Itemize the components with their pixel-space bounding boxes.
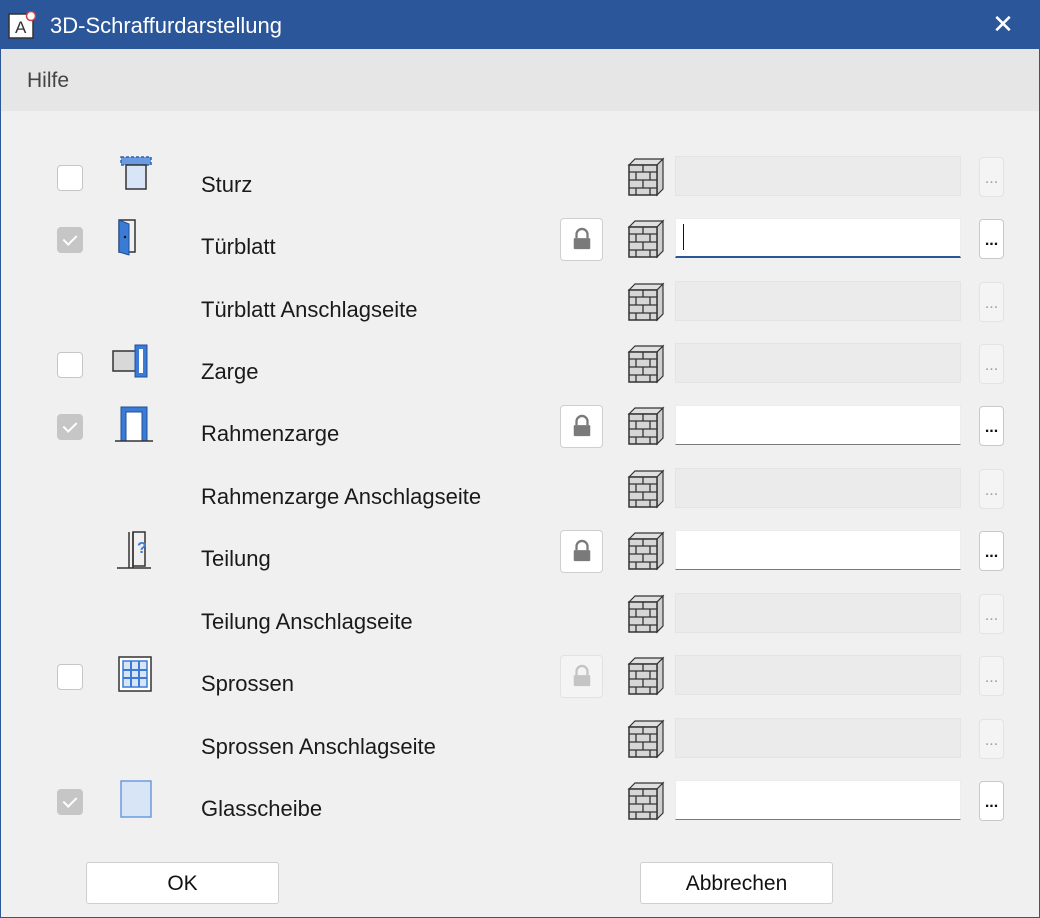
hatch-input[interactable] <box>675 530 961 570</box>
row-label: Türblatt Anschlagseite <box>201 297 418 322</box>
row-label: Rahmenzarge <box>201 421 340 446</box>
row-label: Sprossen <box>201 671 294 696</box>
svg-text:A: A <box>15 18 27 37</box>
browse-button: ... <box>979 594 1004 634</box>
lock-button[interactable] <box>560 405 603 448</box>
hatch-row: Glasscheibe ... <box>1 780 1039 840</box>
row-label: Teilung Anschlagseite <box>201 609 413 634</box>
hatch-input <box>675 655 961 695</box>
hatch-pattern-icon <box>625 781 665 821</box>
row-label: Sprossen Anschlagseite <box>201 734 436 759</box>
lock-button[interactable] <box>560 530 603 573</box>
browse-button[interactable]: ... <box>979 531 1004 571</box>
browse-button: ... <box>979 282 1004 322</box>
browse-button: ... <box>979 157 1004 197</box>
hatch-pattern-icon <box>625 406 665 446</box>
row-label: Rahmenzarge Anschlagseite <box>201 484 482 509</box>
menu-help[interactable]: Hilfe <box>27 69 69 93</box>
row-checkbox <box>57 227 83 253</box>
muntins-icon <box>111 655 157 701</box>
lock-button <box>560 655 603 698</box>
row-checkbox[interactable] <box>57 165 83 191</box>
hatch-input <box>675 718 961 758</box>
browse-button: ... <box>979 656 1004 696</box>
lintel-icon <box>111 156 157 202</box>
hatch-pattern-icon <box>625 469 665 509</box>
browse-button: ... <box>979 719 1004 759</box>
hatch-pattern-icon <box>625 531 665 571</box>
hatch-row: Sprossen ... <box>1 655 1039 715</box>
row-label: Glasscheibe <box>201 796 323 821</box>
row-checkbox[interactable] <box>57 664 83 690</box>
hatch-row: Sprossen Anschlagseite ... <box>1 718 1039 778</box>
hatch-row: Türblatt Anschlagseite ... <box>1 281 1039 341</box>
browse-button: ... <box>979 344 1004 384</box>
hatch-row: Sturz ... <box>1 156 1039 216</box>
window-title: 3D-Schraffurdarstellung <box>50 13 282 38</box>
text-caret <box>683 224 684 250</box>
hatch-pattern-icon <box>625 719 665 759</box>
hatch-row: Zarge ... <box>1 343 1039 403</box>
dialog-window: A 3D-Schraffurdarstellung ✕ Hilfe Sturz … <box>0 0 1040 918</box>
browse-button[interactable]: ... <box>979 219 1004 259</box>
hatch-pattern-icon <box>625 282 665 322</box>
door-leaf-icon <box>111 218 157 264</box>
hatch-input <box>675 156 961 196</box>
hatch-pattern-icon <box>625 157 665 197</box>
row-label: Zarge <box>201 359 259 384</box>
browse-button: ... <box>979 469 1004 509</box>
frame-case-icon <box>111 405 157 451</box>
hatch-row: Teilung Anschlagseite ... <box>1 593 1039 653</box>
hatch-input <box>675 593 961 633</box>
hatch-pattern-icon <box>625 344 665 384</box>
app-icon: A <box>8 11 36 39</box>
row-checkbox <box>57 414 83 440</box>
menu-bar: Hilfe <box>1 49 1039 111</box>
svg-text:?: ? <box>137 540 147 557</box>
hatch-row: Türblatt ... <box>1 218 1039 278</box>
hatch-pattern-icon <box>625 594 665 634</box>
hatch-input <box>675 281 961 321</box>
hatch-input[interactable] <box>675 218 961 258</box>
ok-button[interactable]: OK <box>86 862 279 904</box>
hatch-input <box>675 343 961 383</box>
hatch-input <box>675 468 961 508</box>
hatch-row: ? Teilung ... <box>1 530 1039 590</box>
row-label: Türblatt <box>201 234 276 259</box>
title-bar: A 3D-Schraffurdarstellung ✕ <box>1 1 1039 49</box>
row-checkbox[interactable] <box>57 352 83 378</box>
hatch-pattern-icon <box>625 656 665 696</box>
browse-button[interactable]: ... <box>979 781 1004 821</box>
row-label: Sturz <box>201 172 253 197</box>
frame-icon <box>111 343 157 389</box>
glass-pane-icon <box>111 780 157 826</box>
browse-button[interactable]: ... <box>979 406 1004 446</box>
division-icon: ? <box>111 530 157 576</box>
hatch-pattern-icon <box>625 219 665 259</box>
hatch-row: Rahmenzarge ... <box>1 405 1039 465</box>
lock-button[interactable] <box>560 218 603 261</box>
hatch-row: Rahmenzarge Anschlagseite ... <box>1 468 1039 528</box>
row-checkbox <box>57 789 83 815</box>
cancel-button[interactable]: Abbrechen <box>640 862 833 904</box>
row-label: Teilung <box>201 546 271 571</box>
hatch-input[interactable] <box>675 780 961 820</box>
close-button[interactable]: ✕ <box>986 7 1020 41</box>
hatch-input[interactable] <box>675 405 961 445</box>
